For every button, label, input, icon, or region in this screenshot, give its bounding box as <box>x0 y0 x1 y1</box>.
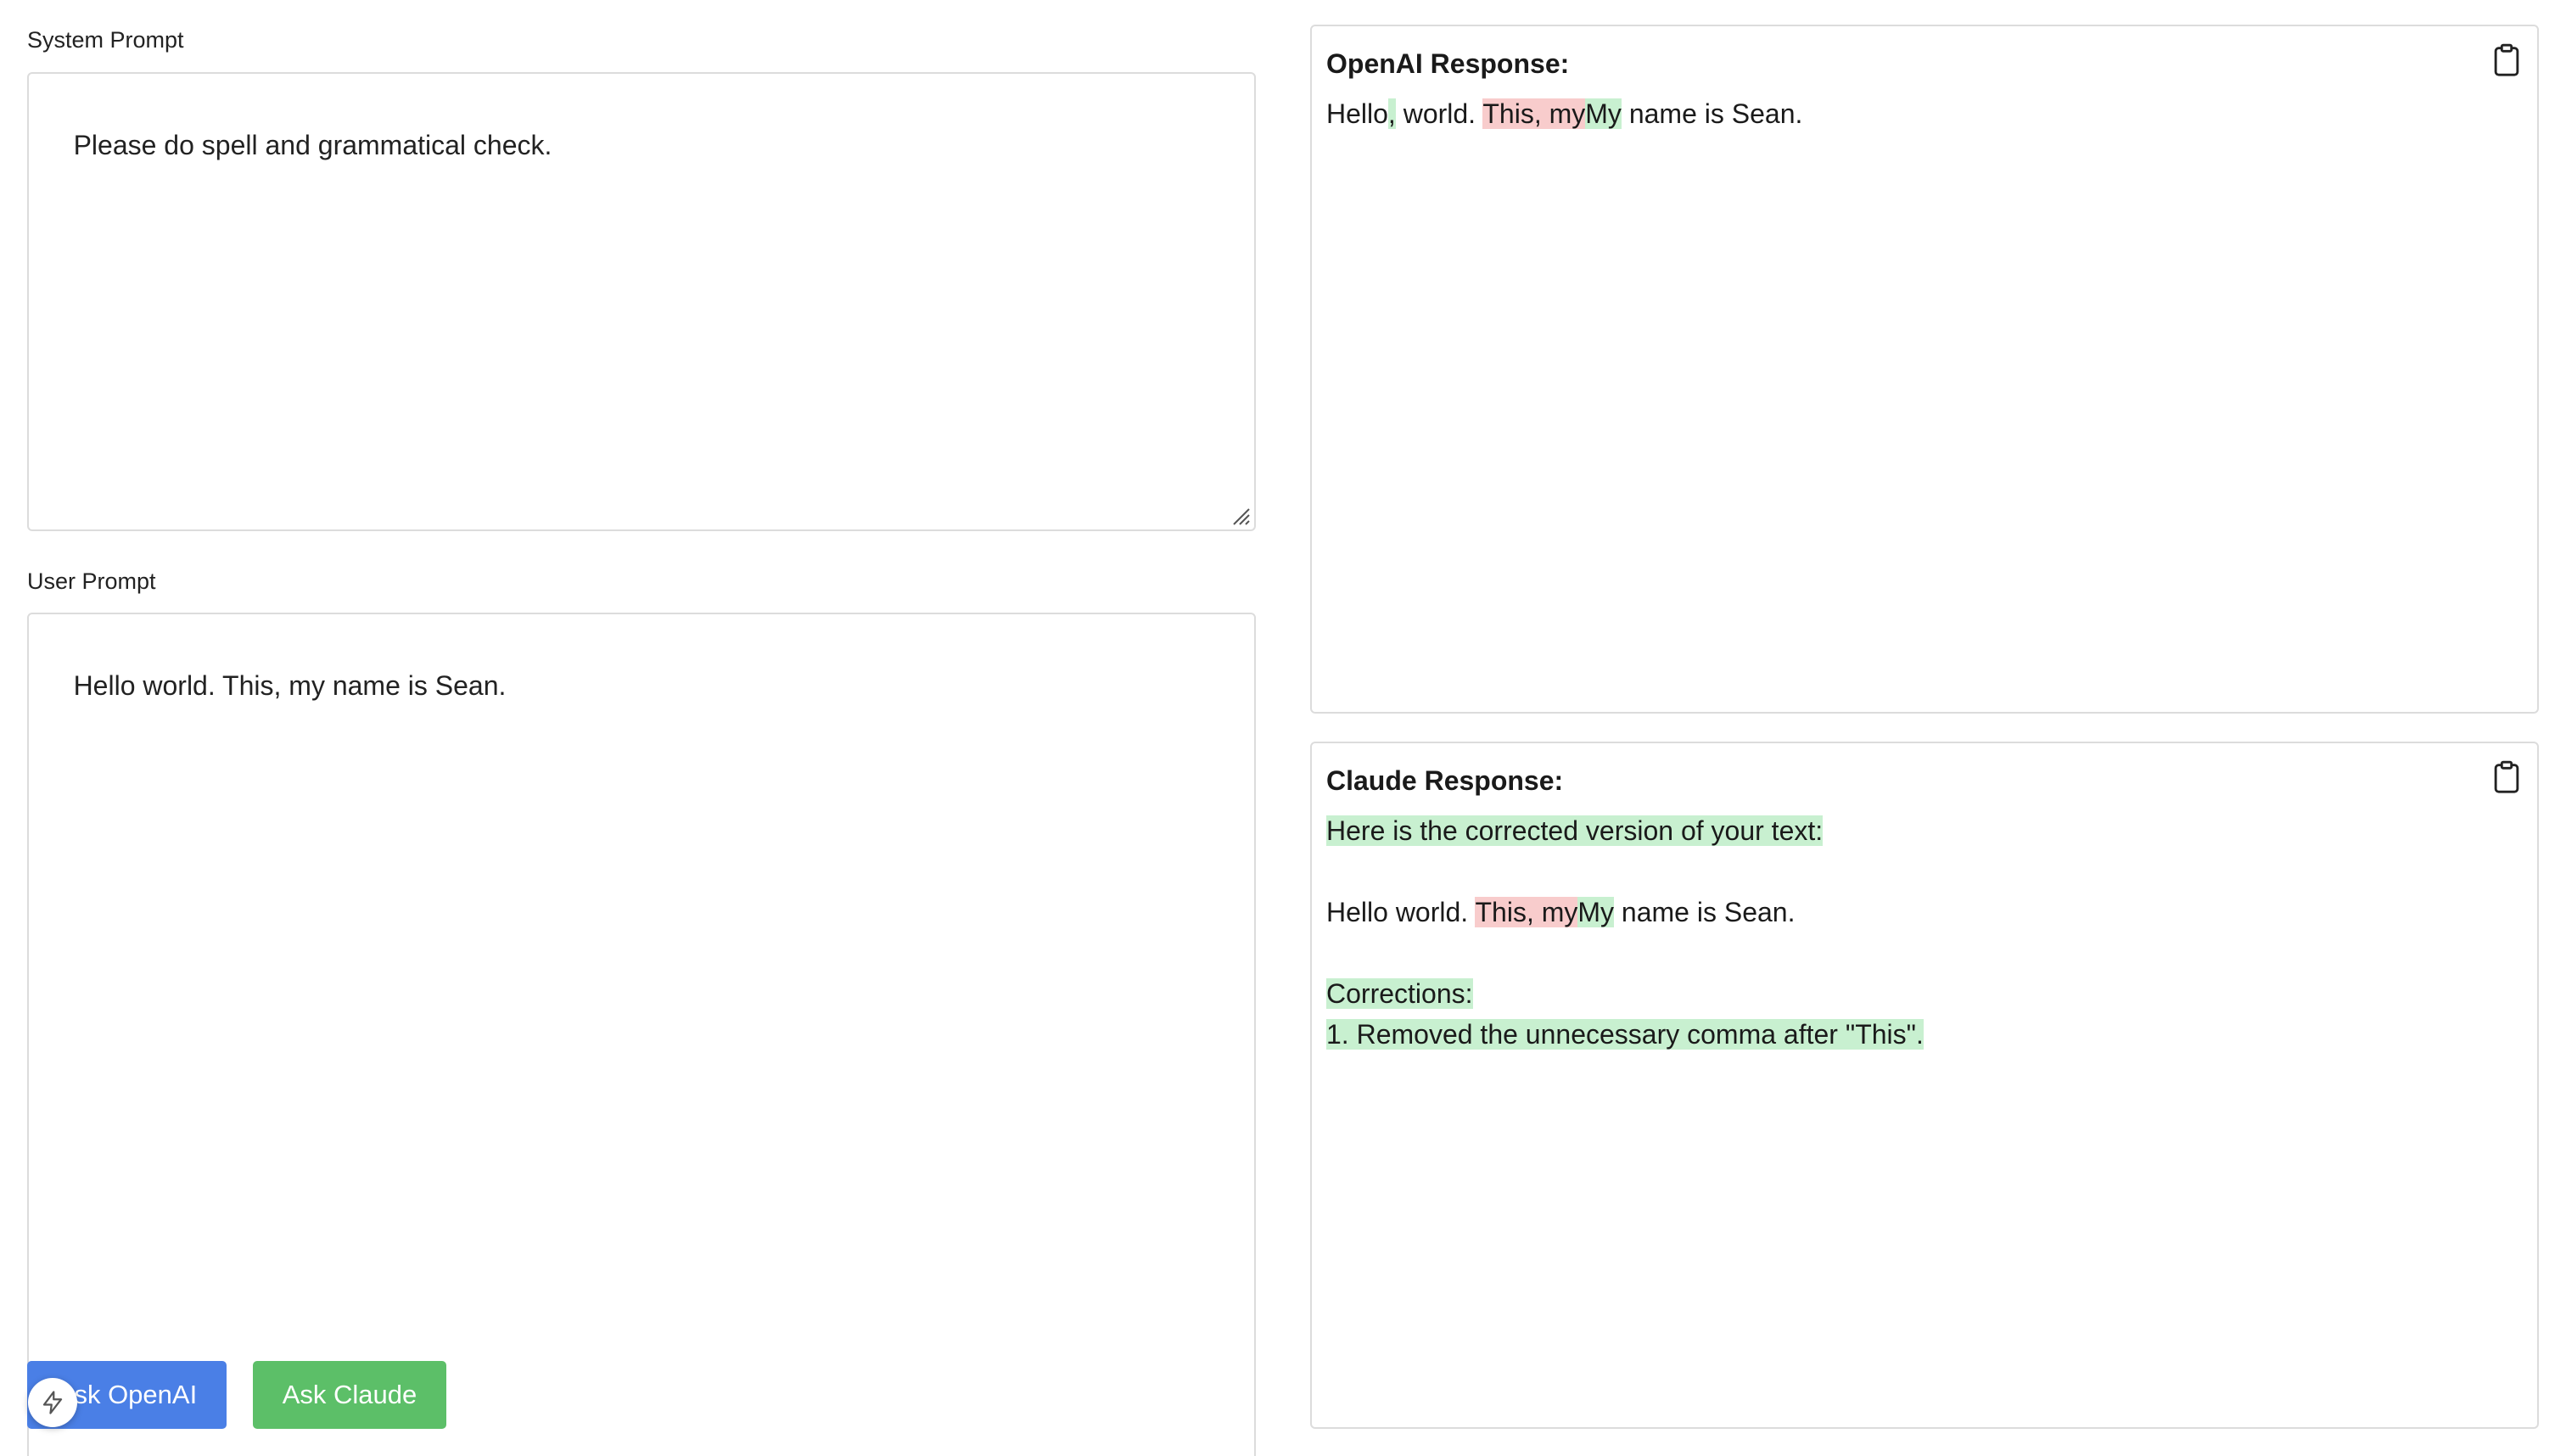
inserted-text: My <box>1585 98 1622 129</box>
inserted-text: My <box>1577 897 1615 927</box>
diff-line: Hello, world. This, myMy name is Sean. <box>1326 93 2523 134</box>
openai-response-panel: OpenAI Response: Hello, world. This, myM… <box>1310 25 2539 714</box>
resize-grip-icon[interactable] <box>1229 504 1251 526</box>
diff-line <box>1326 932 2523 973</box>
app-page: System Prompt Please do spell and gramma… <box>0 0 2566 1456</box>
system-prompt-textarea[interactable]: Please do spell and grammatical check. <box>27 72 1256 531</box>
deleted-text: This, my <box>1482 98 1586 129</box>
diff-line: 1. Removed the unnecessary comma after "… <box>1326 1014 2523 1055</box>
diff-line: Here is the corrected version of your te… <box>1326 810 2523 851</box>
unchanged-text: Hello <box>1326 98 1388 129</box>
openai-response-title: OpenAI Response: <box>1326 48 1570 79</box>
lightning-icon <box>42 1391 63 1414</box>
system-prompt-text: Please do spell and grammatical check. <box>73 130 552 161</box>
inserted-text: Here is the corrected version of your te… <box>1326 815 1824 846</box>
claude-response-body: Here is the corrected version of your te… <box>1326 810 2523 1055</box>
system-prompt-label: System Prompt <box>27 27 184 53</box>
diff-line <box>1326 851 2523 892</box>
unchanged-text: world. <box>1395 98 1483 129</box>
user-prompt-text: Hello world. This, my name is Sean. <box>73 670 507 702</box>
inserted-text: 1. Removed the unnecessary comma after "… <box>1326 1019 1924 1050</box>
deleted-text: This, my <box>1475 897 1578 927</box>
floating-action-button[interactable] <box>28 1378 77 1427</box>
unchanged-text: Hello world. <box>1326 897 1476 927</box>
claude-response-title: Claude Response: <box>1326 765 1564 796</box>
claude-response-panel: Claude Response: Here is the corrected v… <box>1310 742 2539 1429</box>
openai-response-body: Hello, world. This, myMy name is Sean. <box>1326 93 2523 134</box>
inserted-text: , <box>1387 98 1396 129</box>
ask-claude-button[interactable]: Ask Claude <box>253 1361 446 1429</box>
diff-line: Hello world. This, myMy name is Sean. <box>1326 892 2523 932</box>
clipboard-icon[interactable] <box>2491 760 2522 794</box>
diff-line: Corrections: <box>1326 973 2523 1014</box>
unchanged-text: name is Sean. <box>1621 98 1803 129</box>
inserted-text: Corrections: <box>1326 978 1473 1009</box>
user-prompt-textarea[interactable]: Hello world. This, my name is Sean. <box>27 613 1256 1456</box>
user-prompt-label: User Prompt <box>27 568 156 594</box>
unchanged-text: name is Sean. <box>1614 897 1796 927</box>
clipboard-icon[interactable] <box>2491 43 2522 77</box>
